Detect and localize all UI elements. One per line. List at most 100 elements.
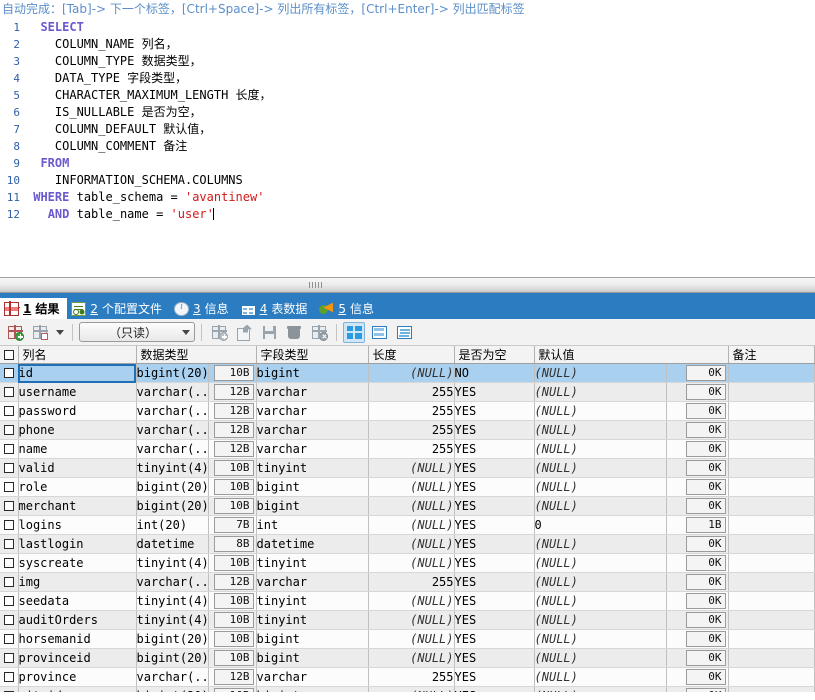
cell-column-name[interactable]: logins: [18, 515, 137, 535]
cell-comment[interactable]: [728, 648, 815, 668]
cell-field-type[interactable]: bigint: [256, 477, 369, 497]
result-tab-个配置文件[interactable]: 2 个配置文件: [67, 298, 170, 319]
cell-comment[interactable]: [728, 458, 815, 478]
results-tabbar[interactable]: 1结果2个配置文件3信息4表数据5信息: [0, 298, 815, 319]
sql-editor[interactable]: 1 SELECT 2 COLUMN_NAME 列名， 3 COLUMN_TYPE 数…: [0, 19, 815, 277]
cell-data-type[interactable]: bigint(20): [136, 648, 209, 668]
grid-header-row[interactable]: 列名 数据类型 字段类型 长度 是否为空 默认值 备注: [0, 346, 815, 364]
sql-code-body[interactable]: 1 SELECT 2 COLUMN_NAME 列名， 3 COLUMN_TYPE 数…: [0, 19, 815, 223]
cell-field-type[interactable]: varchar: [256, 382, 369, 402]
checkbox-icon[interactable]: [3, 691, 14, 692]
code-line[interactable]: 5 CHARACTER_MAXIMUM_LENGTH 长度，: [0, 87, 815, 104]
checkbox-icon[interactable]: [3, 463, 14, 473]
save-button[interactable]: [258, 322, 280, 343]
table-row[interactable]: auditOrders tinyint(4) 10B tinyint (NULL) YES…: [0, 610, 815, 630]
checkbox-icon[interactable]: [3, 596, 14, 606]
table-row[interactable]: namevarchar(...12Bvarchar255YES(NULL) 0K: [0, 439, 815, 459]
cell-data-type[interactable]: int(20): [136, 515, 209, 535]
cell-column-name[interactable]: name: [18, 439, 137, 459]
cell-column-name[interactable]: seedata: [18, 591, 137, 611]
code-line[interactable]: 3 COLUMN_TYPE 数据类型，: [0, 53, 815, 70]
row-checkbox-cell[interactable]: [0, 648, 19, 668]
table-row[interactable]: usernamevarchar(...12Bvarchar255YES(NULL…: [0, 382, 815, 402]
cell-data-type[interactable]: tinyint(4): [136, 610, 209, 630]
cell-data-type[interactable]: bigint(20): [136, 496, 209, 516]
cell-data-type[interactable]: varchar(...: [136, 382, 209, 402]
table-row[interactable]: provincevarchar(...12Bvarchar255YES(NULL…: [0, 667, 815, 687]
cell-field-type[interactable]: varchar: [256, 572, 369, 592]
cell-column-name[interactable]: provinceid: [18, 648, 137, 668]
cell-default[interactable]: 0: [534, 515, 667, 535]
table-row[interactable]: provinceid bigint(20) 10B bigint (NULL) YES (N…: [0, 648, 815, 668]
cell-comment[interactable]: [728, 439, 815, 459]
cell-column-name[interactable]: username: [18, 382, 137, 402]
header-column-name[interactable]: 列名: [18, 346, 137, 364]
cell-column-name[interactable]: phone: [18, 420, 137, 440]
cell-column-name[interactable]: cityid: [18, 686, 137, 692]
cell-data-type[interactable]: tinyint(4): [136, 553, 209, 573]
cell-column-name[interactable]: lastlogin: [18, 534, 137, 554]
cell-default[interactable]: (NULL): [534, 553, 667, 573]
cell-nullable[interactable]: YES: [454, 515, 535, 535]
row-checkbox-cell[interactable]: [0, 420, 19, 440]
add-record-button[interactable]: [208, 322, 230, 343]
result-tab-表数据[interactable]: 4 表数据: [237, 298, 316, 319]
code-line[interactable]: 6 IS_NULLABLE 是否为空，: [0, 104, 815, 121]
cell-default[interactable]: (NULL): [534, 420, 667, 440]
record-filter-button[interactable]: [29, 322, 51, 343]
cell-comment[interactable]: [728, 496, 815, 516]
checkbox-icon[interactable]: [3, 482, 14, 492]
edit-mode-select[interactable]: （只读）: [79, 322, 195, 342]
cell-data-type[interactable]: bigint(20): [136, 477, 209, 497]
cell-data-type[interactable]: varchar(...: [136, 667, 209, 687]
cell-comment[interactable]: [728, 667, 815, 687]
cell-comment[interactable]: [728, 572, 815, 592]
cell-data-type[interactable]: datetime: [136, 534, 209, 554]
code-line[interactable]: 8 COLUMN_COMMENT 备注: [0, 138, 815, 155]
cell-column-name[interactable]: img: [18, 572, 137, 592]
table-row[interactable]: passwordvarchar(...12Bvarchar255YES(NULL…: [0, 401, 815, 421]
cell-nullable[interactable]: YES: [454, 477, 535, 497]
cell-column-name[interactable]: merchant: [18, 496, 137, 516]
code-line[interactable]: 7 COLUMN_DEFAULT 默认值，: [0, 121, 815, 138]
cell-field-type[interactable]: bigint: [256, 496, 369, 516]
cell-default[interactable]: (NULL): [534, 477, 667, 497]
cell-comment[interactable]: [728, 382, 815, 402]
cell-nullable[interactable]: NO: [454, 363, 535, 383]
cell-data-type[interactable]: bigint(20): [136, 686, 209, 692]
cell-nullable[interactable]: YES: [454, 458, 535, 478]
cell-field-type[interactable]: tinyint: [256, 591, 369, 611]
table-row[interactable]: role bigint(20) 10B bigint (NULL) YES (NULL) 0K: [0, 477, 815, 497]
cell-length[interactable]: (NULL): [368, 553, 455, 573]
row-checkbox-cell[interactable]: [0, 382, 19, 402]
table-row[interactable]: imgvarchar(...12Bvarchar255YES(NULL) 0K: [0, 572, 815, 592]
checkbox-icon[interactable]: [3, 368, 14, 378]
cell-field-type[interactable]: tinyint: [256, 458, 369, 478]
cell-default[interactable]: (NULL): [534, 363, 667, 383]
header-comment[interactable]: 备注: [728, 346, 815, 364]
editor-results-splitter[interactable]: [0, 277, 815, 293]
row-checkbox-cell[interactable]: [0, 572, 19, 592]
cell-default[interactable]: (NULL): [534, 572, 667, 592]
export-button[interactable]: [233, 322, 255, 343]
code-line[interactable]: 9 FROM: [0, 155, 815, 172]
result-tab-信息[interactable]: 3信息: [170, 298, 237, 319]
header-nullable[interactable]: 是否为空: [454, 346, 535, 364]
row-checkbox-cell[interactable]: [0, 496, 19, 516]
checkbox-icon[interactable]: [3, 672, 14, 682]
cell-comment[interactable]: [728, 515, 815, 535]
row-checkbox-cell[interactable]: [0, 401, 19, 421]
cell-field-type[interactable]: tinyint: [256, 553, 369, 573]
cell-comment[interactable]: [728, 553, 815, 573]
cell-nullable[interactable]: YES: [454, 648, 535, 668]
cell-length[interactable]: (NULL): [368, 458, 455, 478]
cell-length[interactable]: (NULL): [368, 610, 455, 630]
cell-nullable[interactable]: YES: [454, 382, 535, 402]
cell-field-type[interactable]: int: [256, 515, 369, 535]
table-row[interactable]: syscreate tinyint(4) 10B tinyint (NULL) YES (N…: [0, 553, 815, 573]
cell-default[interactable]: (NULL): [534, 401, 667, 421]
cell-default[interactable]: (NULL): [534, 439, 667, 459]
delete-button[interactable]: [283, 322, 305, 343]
text-view-button[interactable]: [393, 322, 415, 343]
code-line[interactable]: 2 COLUMN_NAME 列名，: [0, 36, 815, 53]
